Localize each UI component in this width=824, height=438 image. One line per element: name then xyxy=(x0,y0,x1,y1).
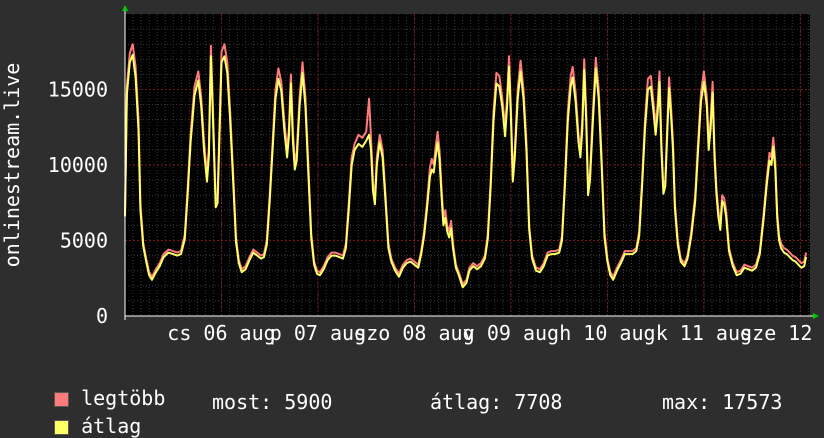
y-tick-label: 10000 xyxy=(48,153,108,177)
x-tick-label: sze 12 aug xyxy=(740,321,824,345)
stat-atlag: átlag: 7708 xyxy=(430,390,563,414)
x-axis-arrow-icon xyxy=(813,313,819,319)
legend-swatch-atlag xyxy=(54,420,70,435)
rrd-chart: 0 5000 10000 15000 cs 06 augp 07 augszo 08 a… xyxy=(0,5,824,345)
x-tick-label: szo 08 aug xyxy=(354,321,474,345)
y-tick-label: 5000 xyxy=(60,229,108,253)
x-tick-label: v 09 aug xyxy=(463,321,559,345)
x-tick-label: p 07 aug xyxy=(270,321,366,345)
y-axis-label: onlinestream.live xyxy=(0,63,24,268)
x-tick-label: k 11 aug xyxy=(656,321,752,345)
legend-label-atlag: átlag xyxy=(81,414,142,438)
y-tick-label: 0 xyxy=(96,304,108,328)
y-axis-arrow-icon xyxy=(122,5,128,11)
x-tick-label: cs 06 aug xyxy=(167,321,275,345)
legend-item-atlag: átlag xyxy=(30,390,141,438)
stat-max: max: 17573 xyxy=(662,390,783,414)
x-tick-label: h 10 aug xyxy=(559,321,655,345)
stat-most: most: 5900 xyxy=(212,390,333,414)
y-tick-label: 15000 xyxy=(48,78,108,102)
